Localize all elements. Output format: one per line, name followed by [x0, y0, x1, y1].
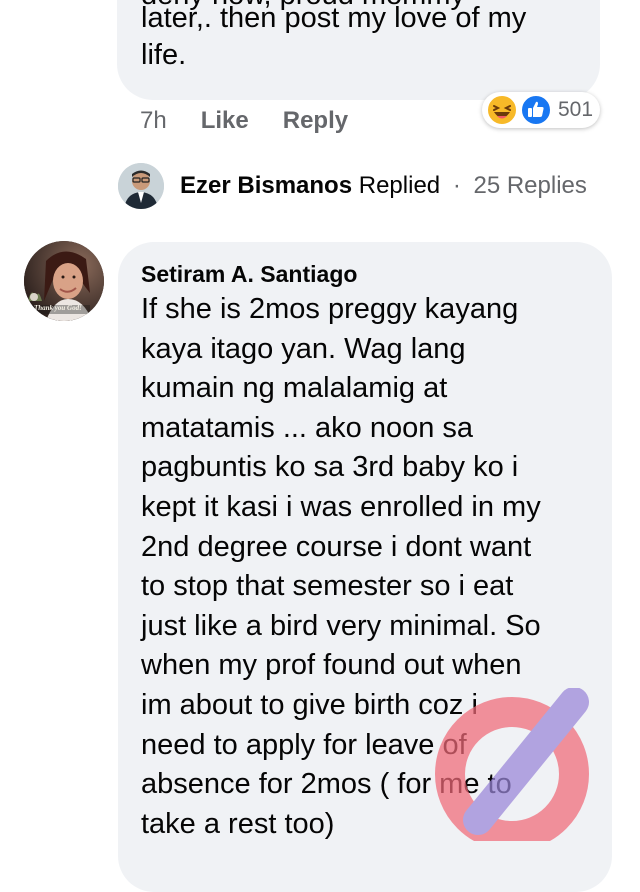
replies-summary[interactable]: Ezer Bismanos Replied · 25 Replies [180, 172, 587, 200]
like-icon [520, 94, 552, 126]
reactions-summary[interactable]: 501 [482, 92, 600, 128]
comment-line: If she is 2mos preggy kayang [141, 293, 519, 325]
reaction-count: 501 [558, 98, 594, 121]
previous-comment-cut-line: deny now, proud mommy [141, 0, 465, 14]
avatar-caption: Thank you God! [34, 304, 82, 312]
comment-line: pagbuntis ko sa 3rd baby ko i [141, 451, 519, 484]
previous-comment-bubble: deny now, proud mommy later,. then post … [117, 0, 600, 100]
reply-count[interactable]: 25 Replies [473, 172, 586, 199]
avatar[interactable] [118, 163, 164, 209]
person-avatar-icon [118, 163, 164, 209]
avatar[interactable]: Thank you God! [24, 241, 104, 321]
comment-author-name[interactable]: Setiram A. Santiago [141, 261, 357, 288]
comment-line: matatamis ... ako noon sa [141, 411, 474, 444]
previous-comment-text: deny now, proud mommy later,. then post … [141, 0, 591, 74]
comment-line: kept it kasi i was enrolled in my [141, 490, 541, 523]
replied-label: Replied [358, 172, 441, 199]
comment-actions: 7h Like Reply [140, 106, 348, 136]
reply-button[interactable]: Reply [283, 107, 348, 135]
comment-line: kumain ng malalamig at [141, 372, 448, 405]
comment-line: kaya itago yan. Wag lang [141, 332, 466, 365]
haha-icon [486, 94, 518, 126]
separator-dot: · [452, 172, 461, 199]
comment-line: when my prof found out when [141, 649, 522, 682]
comment-timestamp[interactable]: 7h [140, 107, 167, 135]
comment-line: to stop that semester so i eat [141, 570, 514, 603]
comment-line: just like a bird very minimal. So [141, 609, 541, 642]
comment-line: 2nd degree course i dont want [141, 530, 532, 563]
previous-comment-line: life. [141, 39, 187, 71]
reply-author-name[interactable]: Ezer Bismanos [180, 172, 352, 199]
like-button[interactable]: Like [201, 107, 249, 135]
view-replies-row[interactable]: Ezer Bismanos Replied · 25 Replies [118, 160, 587, 212]
watermark-logo [435, 688, 589, 841]
